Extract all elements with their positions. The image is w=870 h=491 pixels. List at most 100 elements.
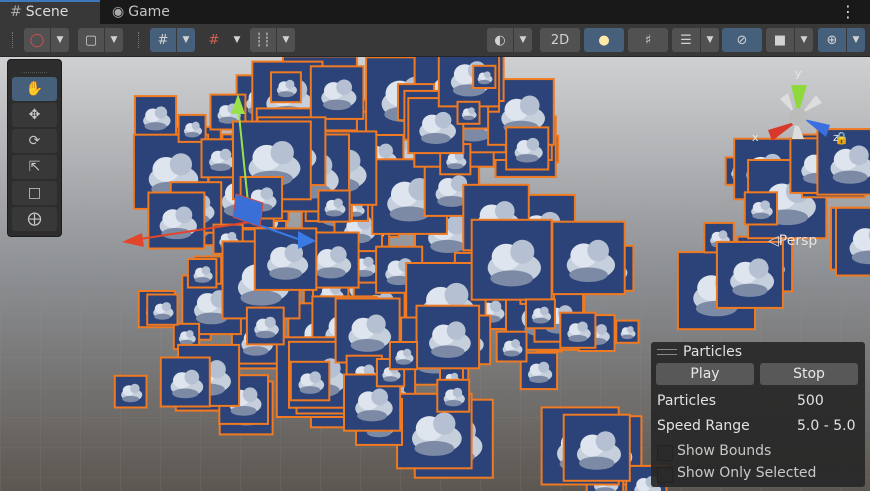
effects-button[interactable]: ☰ [672, 28, 700, 52]
tools-overlay: ✋ ✥ ⟳ ⇱ □ ⨁ [7, 59, 62, 237]
audio-button[interactable]: ♯ [628, 28, 668, 52]
chevron-down-icon: ▼ [852, 35, 860, 45]
draw-mode-button[interactable]: ◯ [24, 28, 50, 52]
increment-snap-button[interactable]: # [201, 28, 227, 52]
ruler-dropdown[interactable]: ▼ [277, 28, 295, 52]
chevron-down-icon: ▼ [706, 35, 714, 45]
hand-tool-button[interactable]: ✋ [12, 77, 57, 101]
grid-snap-icon: # [157, 32, 169, 48]
scale-tool-button[interactable]: ⇱ [12, 155, 57, 179]
particle-quad [471, 219, 552, 300]
rect-transform-icon: □ [27, 185, 42, 201]
grid-snap-dropdown[interactable]: ▼ [177, 28, 195, 52]
ruler-button[interactable]: ┊┊ [250, 28, 276, 52]
magnet-grid-icon: # [208, 32, 220, 48]
ruler-icon: ┊┊ [255, 32, 271, 48]
particle-quad [114, 375, 147, 408]
particle-quad [416, 305, 480, 369]
particle-quad [178, 114, 206, 142]
speed-range-value: 5.0 - 5.0 [797, 418, 856, 434]
particle-quad [506, 127, 549, 170]
move-tool-button[interactable]: ✥ [12, 103, 57, 127]
particle-quad [560, 312, 596, 348]
show-only-selected-label: Show Only Selected [677, 465, 817, 481]
scene-visibility-dropdown[interactable]: ▼ [105, 28, 123, 52]
particle-quad [290, 361, 330, 401]
move-arrows-icon: ✥ [28, 107, 41, 123]
show-bounds-label: Show Bounds [677, 443, 772, 459]
particles-panel-header[interactable]: Particles [657, 344, 742, 360]
scene-toolbar: ◯ ▼ ▢ ▼ # ▼ # ▼ ┊┊ ▼ ◐ ▼ 2D ● ♯ ☰ ▼ ⊘ ■ … [0, 24, 870, 57]
gamepad-icon: ◉ [112, 4, 125, 20]
camera-button[interactable]: ■ [766, 28, 794, 52]
chevron-down-icon: ▼ [282, 35, 290, 45]
particle-quad [496, 331, 527, 362]
play-button-label: Play [690, 366, 720, 382]
particle-quad [389, 342, 418, 370]
particles-overlay-panel: Particles Play Stop Particles 500 Speed … [651, 342, 865, 487]
particle-quad [716, 241, 783, 308]
speed-range-label: Speed Range [657, 418, 750, 434]
effects-dropdown[interactable]: ▼ [701, 28, 719, 52]
show-bounds-checkbox[interactable] [657, 445, 673, 461]
particle-quad [836, 207, 870, 276]
particle-quad [616, 320, 639, 343]
toolbar-grip[interactable] [12, 32, 15, 48]
orientation-gizmo[interactable] [760, 73, 850, 163]
particle-quad [473, 65, 496, 88]
overlay-grip[interactable] [22, 62, 47, 73]
draw-mode-icon: ◯ [29, 32, 45, 48]
tab-scene[interactable]: # Scene [0, 0, 100, 24]
axis-y-label: y [795, 67, 802, 80]
lighting-button[interactable]: ● [584, 28, 624, 52]
show-only-selected-checkbox[interactable] [657, 467, 673, 483]
rect-tool-button[interactable]: □ [12, 181, 57, 205]
scale-icon: ⇱ [28, 159, 41, 175]
axis-z-label: z [833, 131, 839, 144]
rotate-icon: ⟳ [28, 133, 41, 149]
layers-icon: ☰ [680, 32, 692, 48]
chevron-down-icon: ▼ [233, 35, 241, 45]
draw-mode-dropdown[interactable]: ▼ [51, 28, 69, 52]
toggle-2d-button[interactable]: 2D [540, 28, 580, 52]
grid-icon: # [10, 4, 22, 20]
render-mode-dropdown[interactable]: ▼ [514, 28, 532, 52]
camera-icon: ■ [773, 32, 787, 48]
render-mode-button[interactable]: ◐ [487, 28, 513, 52]
play-button[interactable]: Play [656, 363, 754, 385]
axis-x-label: x [752, 131, 759, 144]
gizmos-dropdown[interactable]: ▼ [847, 28, 865, 52]
particle-quad [318, 190, 350, 222]
grid-snap-button[interactable]: # [150, 28, 176, 52]
tab-game[interactable]: ◉ Game [102, 0, 192, 24]
hidden-objects-button[interactable]: ⊘ [722, 28, 762, 52]
scene-visibility-button[interactable]: ▢ [78, 28, 104, 52]
particle-quad [437, 379, 470, 412]
stop-button[interactable]: Stop [760, 363, 858, 385]
gizmos-button[interactable]: ⊕ [818, 28, 846, 52]
particle-quad [134, 96, 177, 138]
increment-snap-dropdown[interactable]: ▼ [228, 28, 246, 52]
particles-count-label: Particles [657, 393, 717, 409]
particle-quad [187, 259, 217, 288]
globe-icon: ⊕ [826, 32, 838, 48]
lightbulb-icon: ● [598, 32, 610, 48]
chevron-down-icon: ▼ [110, 35, 118, 45]
projection-label[interactable]: ◁Persp [768, 233, 817, 249]
particle-quad [246, 307, 284, 345]
particle-quad [526, 299, 555, 329]
camera-dropdown[interactable]: ▼ [795, 28, 813, 52]
transform-tool-button[interactable]: ⨁ [12, 207, 57, 231]
window-tab-bar: # Scene ◉ Game ⋮ [0, 0, 870, 24]
toolbar-grip[interactable] [138, 32, 141, 48]
particle-quad [552, 221, 625, 295]
transform-icon: ⨁ [27, 211, 42, 227]
chevron-down-icon: ▼ [800, 35, 808, 45]
chevron-down-icon: ▼ [56, 35, 64, 45]
tab-game-label: Game [128, 4, 170, 20]
eye-slash-icon: ⊘ [736, 32, 748, 48]
particles-panel-title: Particles [683, 344, 743, 360]
rotate-tool-button[interactable]: ⟳ [12, 129, 57, 153]
more-options-icon[interactable]: ⋮ [840, 2, 856, 21]
particle-quad [271, 72, 301, 103]
